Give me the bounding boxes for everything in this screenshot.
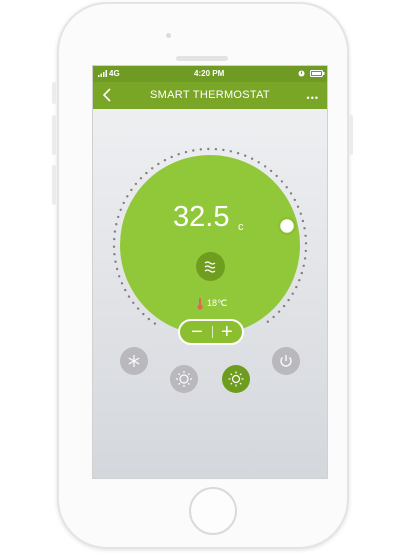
dial-tick [113,253,116,256]
dial-tick [287,298,290,302]
dial-tick [244,154,247,157]
dial-tick [250,157,254,160]
dial-tick [304,234,307,237]
dial-tick [301,219,305,223]
dial-tick [236,152,240,155]
fan-mode-button[interactable] [196,252,225,281]
dial-tick [113,230,117,233]
sun-icon [228,371,244,387]
temperature-stepper: − + [178,319,244,345]
dial-tick [142,312,145,316]
dial-tick [280,180,284,183]
dial-tick [130,188,133,192]
dial-tick [299,212,302,215]
snowflake-icon [128,355,140,367]
dial-tick [192,149,195,152]
dial-tick [170,155,173,159]
cool-mode-button[interactable] [120,347,148,375]
dial-tick [122,201,125,205]
decrease-button[interactable]: − [191,321,203,343]
dial-tick [134,182,138,186]
dial-tick [139,177,143,180]
dial-tick [199,148,202,151]
dial-tick [163,159,167,162]
dim-sun-icon [176,371,192,387]
dial-tick [115,223,118,226]
dial-tick [289,192,293,195]
dial-tick [117,215,120,219]
dial-tick [277,310,281,313]
dial-tick [157,162,160,166]
dial-tick [302,264,305,267]
dial-tick [127,295,131,298]
dial-tick [303,257,307,260]
temperature-unit: c [238,221,244,233]
dial-tick [275,174,278,178]
dial-tick [114,260,117,263]
dial-tick [263,165,267,168]
dial-tick [293,198,296,202]
heat-mode-button[interactable] [222,365,250,393]
dial-tick [272,315,275,319]
power-button[interactable] [272,347,300,375]
dial-tick [282,304,286,308]
temperature-value: 32.5 [173,201,230,233]
dial-tick [222,148,225,152]
dial-tick [112,245,116,248]
dial-tick [120,282,124,285]
dial-tick [296,205,300,208]
dial-tick [291,292,294,295]
dial-tick [257,161,260,164]
power-icon [280,355,292,367]
dial-tick [136,307,140,310]
dial-tick [118,275,121,278]
increase-button[interactable]: + [221,321,233,343]
dim-mode-button[interactable] [170,365,198,393]
dial-tick [177,153,180,156]
dial-tick [113,237,116,241]
dial-tick [304,242,308,245]
dial-tick [298,279,301,282]
dial-tick [124,288,127,292]
dial-tick [207,147,210,151]
dial-tick [304,249,307,253]
dial-tick [295,285,298,289]
thermometer-icon [197,297,203,315]
dial-handle[interactable] [277,216,297,236]
dial-tick [266,320,269,323]
dial-tick [184,150,188,154]
dial-tick [151,167,154,170]
dial-tick [214,148,218,151]
dial-tick [269,169,273,173]
dial-tick [153,322,157,325]
dial-tick [115,267,119,271]
dial-tick [147,317,151,321]
dial-tick [145,171,148,175]
dial-tick [126,195,129,198]
dial-tick [229,150,232,153]
stepper-divider [212,326,213,338]
dial-tick [300,271,303,275]
room-temperature: 18℃ [207,298,228,308]
dial-tick [119,208,122,211]
dial-tick [132,301,135,304]
dial-tick [303,227,306,230]
wind-icon [204,261,216,273]
dial-tick [285,186,288,189]
